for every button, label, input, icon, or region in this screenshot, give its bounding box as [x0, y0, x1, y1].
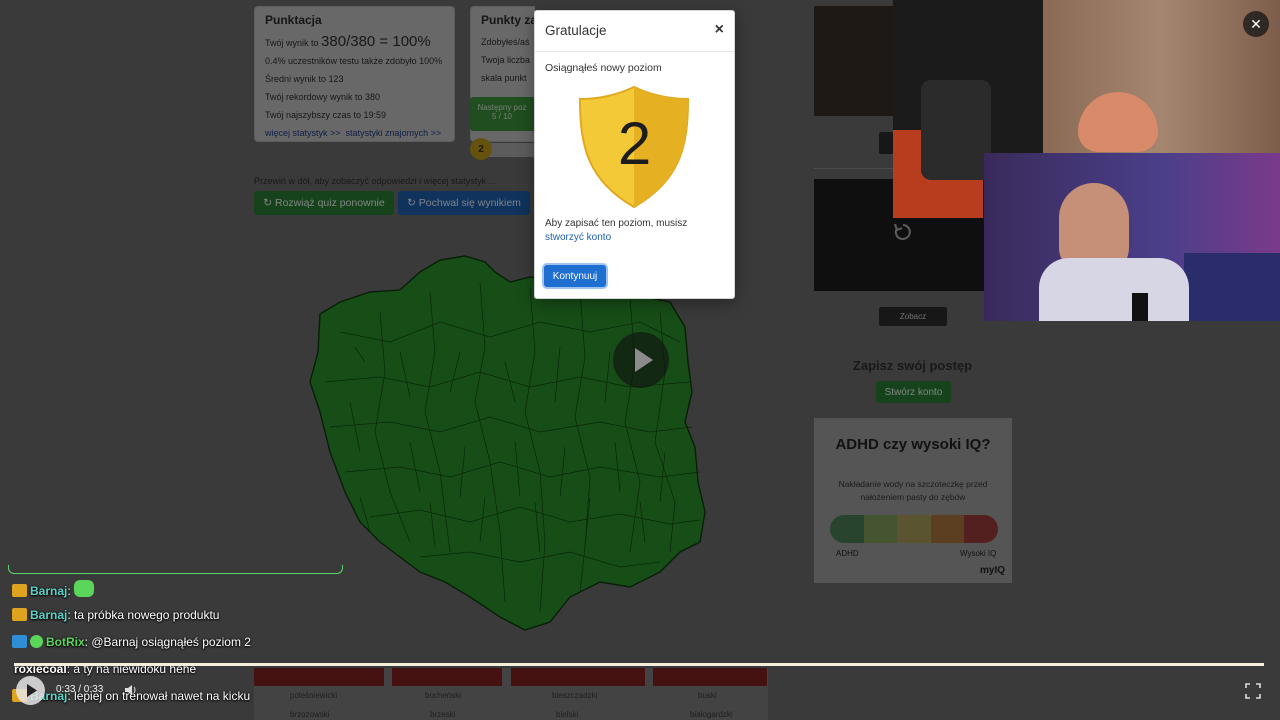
chat-highlight-border	[8, 565, 343, 574]
webcam-2	[984, 153, 1280, 321]
modal-message: Aby zapisać ten poziom, musisz	[545, 218, 688, 229]
create-account-link[interactable]: stworzyć konto	[545, 232, 611, 243]
chat-text: @Barnaj osiągnąłeś poziom 2	[91, 635, 251, 649]
video-time: 0:33 / 0:33	[56, 684, 104, 695]
chat-username: Barnaj	[30, 584, 68, 598]
chat-message: BotRix: @Barnaj osiągnąłeś poziom 2	[12, 635, 251, 649]
video-progress-bar[interactable]	[14, 663, 1264, 666]
congrats-modal: Gratulacje × Osiągnąłeś nowy poziom 2 Ab…	[534, 10, 735, 299]
chat-username: BotRix	[46, 635, 85, 649]
level-number: 2	[617, 110, 652, 177]
modal-title: Gratulacje	[545, 23, 607, 38]
chat-username: Barnaj	[30, 608, 68, 622]
emote-icon	[74, 580, 95, 597]
chat-message: Barnaj: ta próbka nowego produktu	[12, 608, 219, 622]
verified-icon	[30, 635, 43, 648]
close-icon[interactable]: ✕	[1243, 11, 1269, 37]
crown-icon	[12, 584, 27, 597]
fullscreen-icon[interactable]	[1244, 682, 1262, 700]
volume-icon[interactable]	[124, 684, 138, 696]
video-progress-fill	[14, 663, 1264, 666]
continue-button[interactable]: Kontynuuj	[544, 265, 606, 287]
replay-button[interactable]	[16, 676, 45, 705]
bot-icon	[12, 635, 27, 648]
modal-header: Gratulacje ×	[535, 11, 734, 52]
chat-text: ta próbka nowego produktu	[74, 608, 220, 622]
play-icon	[27, 684, 37, 697]
modal-subtitle: Osiągnąłeś nowy poziom	[545, 62, 662, 74]
crown-icon	[12, 608, 27, 621]
chat-message: Barnaj:	[12, 580, 97, 598]
close-icon[interactable]: ×	[715, 21, 724, 39]
